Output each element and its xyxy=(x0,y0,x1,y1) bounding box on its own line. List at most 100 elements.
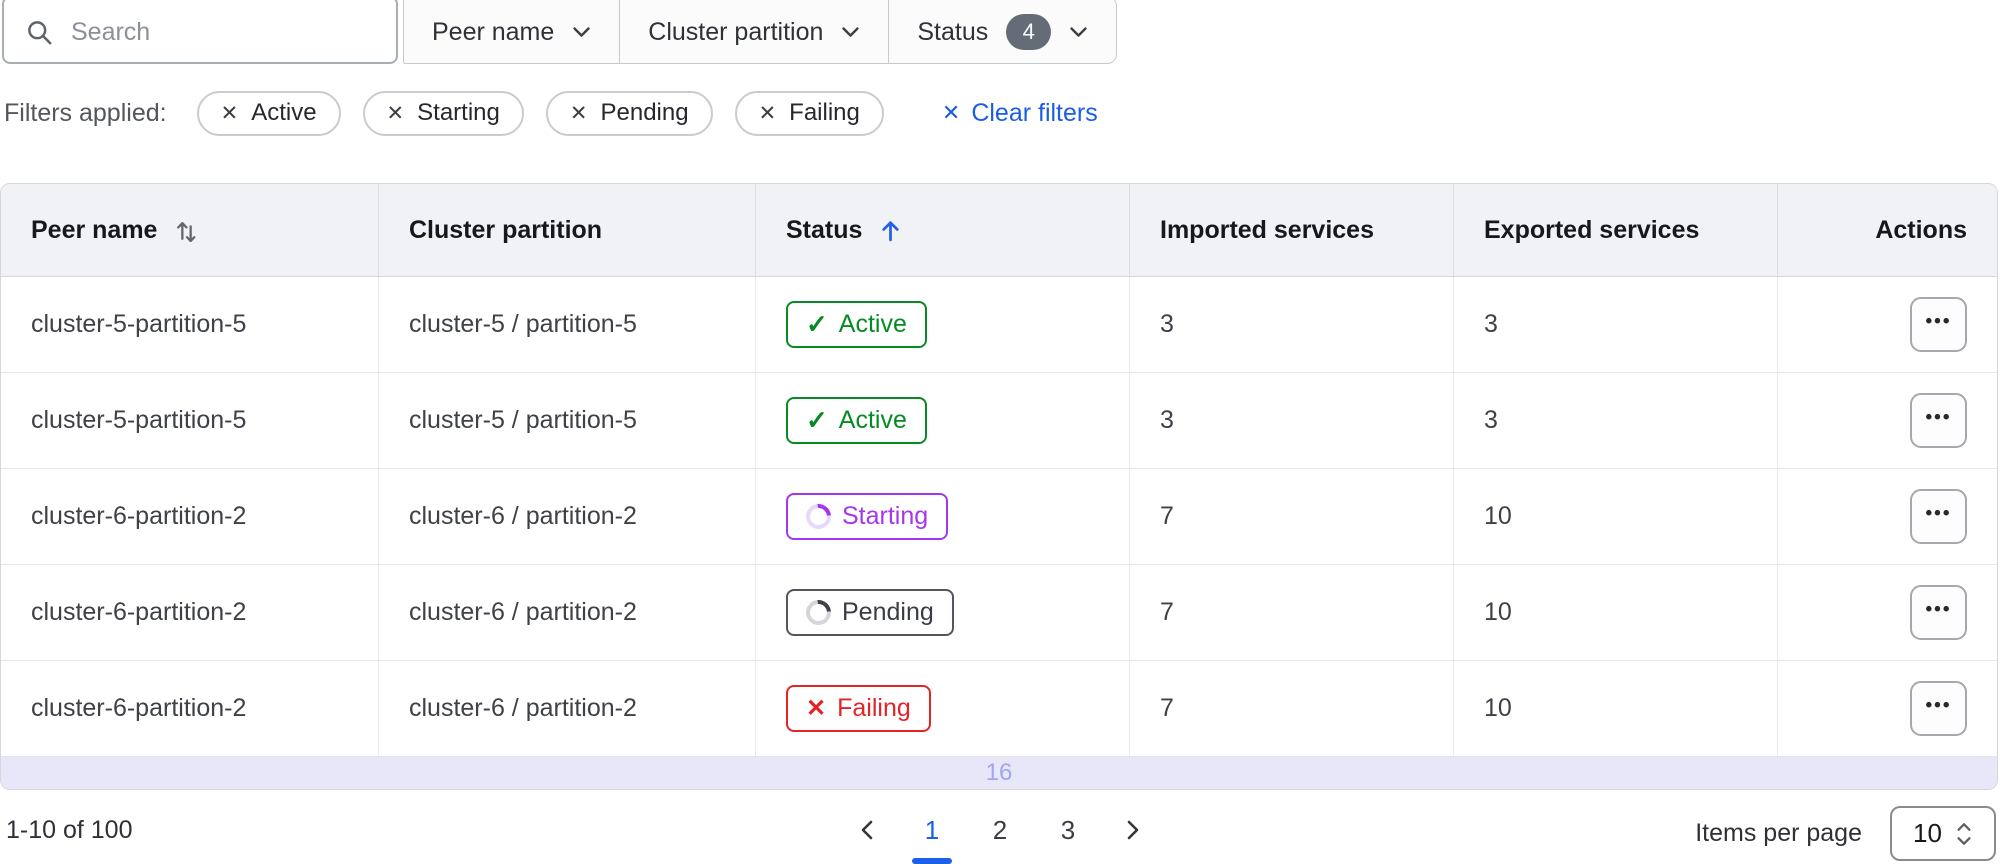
chevron-down-icon xyxy=(841,25,860,39)
chevron-right-icon xyxy=(1120,818,1144,842)
pagination-range-label: 1-10 of 100 xyxy=(6,816,133,844)
filter-chip-pending[interactable]: ✕ Pending xyxy=(545,90,713,136)
status-badge-label: Active xyxy=(838,406,907,434)
remove-filter-icon: ✕ xyxy=(386,101,405,125)
actions-cell: ••• xyxy=(1777,661,1997,756)
exported-services-cell: 10 xyxy=(1453,565,1777,660)
filter-chip-label: Failing xyxy=(789,99,860,126)
column-header-imported-services: Imported services xyxy=(1129,184,1453,276)
applied-filters-row: Filters applied: ✕ Active ✕ Starting ✕ P… xyxy=(4,90,1098,136)
column-label: Exported services xyxy=(1484,215,1700,244)
column-header-cluster-partition[interactable]: Cluster partition xyxy=(378,184,755,276)
status-spinner-icon xyxy=(800,594,837,631)
status-cell: Failing xyxy=(755,661,1129,756)
filter-chip-failing[interactable]: ✕ Failing xyxy=(734,90,884,136)
peer-name-cell: cluster-6-partition-2 xyxy=(31,694,247,722)
previous-page-button[interactable] xyxy=(846,806,890,854)
table-row: cluster-6-partition-2 cluster-6 / partit… xyxy=(1,469,1997,565)
cluster-partition-dropdown[interactable]: Cluster partition xyxy=(619,0,889,63)
chevron-down-icon xyxy=(572,25,591,39)
peer-name-cell: cluster-6-partition-2 xyxy=(31,598,247,626)
row-actions-button[interactable]: ••• xyxy=(1910,393,1967,448)
filter-chip-label: Starting xyxy=(417,99,500,126)
items-per-page-select[interactable]: 10 xyxy=(1890,806,1996,861)
table-row: cluster-6-partition-2 cluster-6 / partit… xyxy=(1,661,1997,757)
peers-page: Peer name Cluster partition Status 4 xyxy=(0,0,2000,864)
actions-cell: ••• xyxy=(1777,565,1997,660)
sort-both-icon xyxy=(173,217,200,244)
status-badge: Failing xyxy=(786,685,931,732)
cluster-partition-cell: cluster-5 / partition-5 xyxy=(378,277,755,372)
status-x-icon xyxy=(806,694,826,723)
table-row: cluster-6-partition-2 cluster-6 / partit… xyxy=(1,565,1997,661)
search-box[interactable] xyxy=(2,0,398,64)
peer-name-dropdown[interactable]: Peer name xyxy=(404,0,620,63)
table-row: cluster-5-partition-5 cluster-5 / partit… xyxy=(1,277,1997,373)
column-label: Peer name xyxy=(31,215,158,244)
status-dropdown[interactable]: Status 4 xyxy=(888,0,1117,63)
remove-filter-icon: ✕ xyxy=(569,101,588,125)
status-cell: Active xyxy=(755,373,1129,468)
page-button-1[interactable]: 1 xyxy=(906,806,958,854)
row-actions-button[interactable]: ••• xyxy=(1910,585,1967,640)
table-row: cluster-5-partition-5 cluster-5 / partit… xyxy=(1,373,1997,469)
clear-filters-icon: ✕ xyxy=(941,100,961,125)
exported-services-cell: 3 xyxy=(1453,373,1777,468)
stepper-updown-icon xyxy=(1955,820,1973,848)
search-input[interactable] xyxy=(71,17,384,47)
filter-dropdown-group: Peer name Cluster partition Status 4 xyxy=(403,0,1118,64)
table-overflow-indicator: 16 xyxy=(1,757,1997,789)
clear-filters-button[interactable]: ✕ Clear filters xyxy=(942,99,1098,128)
filter-chip-label: Pending xyxy=(600,99,689,126)
status-badge-label: Pending xyxy=(842,598,934,626)
cluster-partition-cell: cluster-6 / partition-2 xyxy=(378,565,755,660)
status-badge: Active xyxy=(786,397,927,444)
status-spinner-icon xyxy=(800,498,837,535)
ellipsis-icon: ••• xyxy=(1925,695,1952,716)
peer-name-cell: cluster-5-partition-5 xyxy=(31,310,247,338)
cluster-partition-dropdown-label: Cluster partition xyxy=(648,17,824,46)
row-actions-button[interactable]: ••• xyxy=(1910,489,1967,544)
filter-chip-active[interactable]: ✕ Active xyxy=(196,90,341,136)
ellipsis-icon: ••• xyxy=(1925,503,1952,524)
table-header-row: Peer name Cluster partition Status Impor… xyxy=(1,184,1997,277)
peers-table: Peer name Cluster partition Status Impor… xyxy=(0,183,1998,790)
status-count-badge: 4 xyxy=(1006,14,1052,50)
sort-ascending-icon xyxy=(878,218,903,243)
column-label: Imported services xyxy=(1160,215,1374,244)
status-cell: Active xyxy=(755,277,1129,372)
page-button-2[interactable]: 2 xyxy=(974,806,1026,854)
column-header-actions: Actions xyxy=(1777,184,1997,276)
next-page-button[interactable] xyxy=(1110,806,1154,854)
actions-cell: ••• xyxy=(1777,373,1997,468)
column-header-peer-name[interactable]: Peer name xyxy=(1,184,378,276)
items-per-page-control: Items per page 10 xyxy=(1695,806,1996,861)
row-actions-button[interactable]: ••• xyxy=(1910,297,1967,352)
filter-chip-label: Active xyxy=(251,99,317,126)
overflow-count: 16 xyxy=(985,759,1013,786)
column-label: Cluster partition xyxy=(409,215,603,244)
status-badge-label: Active xyxy=(838,310,907,338)
cluster-partition-cell: cluster-5 / partition-5 xyxy=(378,373,755,468)
filter-chip-starting[interactable]: ✕ Starting xyxy=(362,90,524,136)
status-cell: Pending xyxy=(755,565,1129,660)
status-badge-label: Failing xyxy=(837,694,911,722)
pagination-bar: 1-10 of 100 1 2 3 Items per page 10 xyxy=(0,798,2000,864)
row-actions-button[interactable]: ••• xyxy=(1910,681,1967,736)
status-cell: Starting xyxy=(755,469,1129,564)
pagination-controls: 1 2 3 xyxy=(846,806,1154,854)
remove-filter-icon: ✕ xyxy=(758,101,777,125)
page-button-3[interactable]: 3 xyxy=(1042,806,1094,854)
imported-services-cell: 7 xyxy=(1129,661,1453,756)
ellipsis-icon: ••• xyxy=(1925,311,1952,332)
search-icon xyxy=(26,19,53,46)
ellipsis-icon: ••• xyxy=(1925,599,1952,620)
peer-name-cell: cluster-5-partition-5 xyxy=(31,406,247,434)
peer-name-cell: cluster-6-partition-2 xyxy=(31,502,247,530)
column-header-status[interactable]: Status xyxy=(755,184,1129,276)
exported-services-cell: 10 xyxy=(1453,661,1777,756)
status-badge: Starting xyxy=(786,493,949,540)
remove-filter-icon: ✕ xyxy=(220,101,239,125)
column-label: Status xyxy=(786,215,863,244)
imported-services-cell: 3 xyxy=(1129,277,1453,372)
